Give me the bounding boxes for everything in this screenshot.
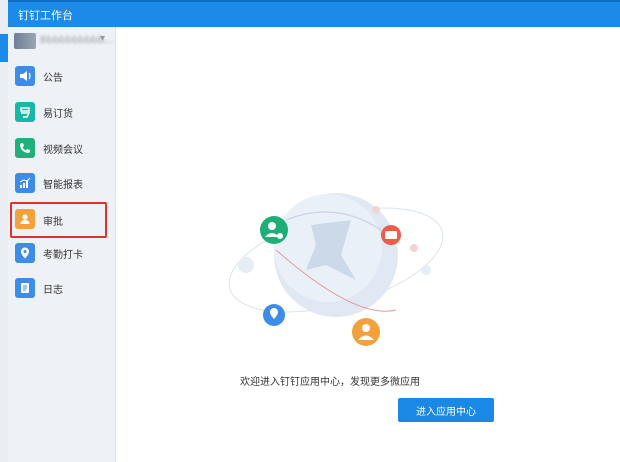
yidinghuo-icon: [15, 102, 35, 122]
left-edge-accent: [0, 34, 8, 62]
location-icon: [15, 243, 35, 263]
window-left-edge: [0, 0, 8, 462]
sidebar-item-label: 审批: [43, 217, 63, 228]
sidebar-item-label: 视频会议: [43, 145, 83, 156]
sidebar-item-label: 易订货: [43, 109, 73, 120]
sidebar-item-label: 智能报表: [43, 180, 83, 191]
sidebar-item-attendance[interactable]: 考勤打卡: [8, 238, 115, 268]
notebook-icon: [15, 278, 35, 298]
title-bar: 钉钉工作台: [8, 0, 620, 27]
megaphone-icon: [15, 66, 35, 86]
avatar: [14, 33, 36, 49]
sidebar-item-smart-report[interactable]: 智能报表: [8, 168, 115, 198]
person-icon: [15, 209, 35, 229]
sidebar-item-approval[interactable]: 审批: [10, 202, 107, 238]
app-center-illustration: [228, 193, 444, 346]
chevron-down-icon[interactable]: ▾: [100, 33, 105, 44]
empty-state-text: 欢迎进入钉钉应用中心，发现更多微应用: [240, 377, 420, 388]
sidebar-item-video-meeting[interactable]: 视频会议: [8, 133, 115, 163]
sidebar: Bbbbbbbbbb... ▾ 公告 易订货 视频会议 智能报表 审批 考勤打卡…: [8, 27, 116, 462]
enter-app-center-button[interactable]: 进入应用中心: [398, 398, 494, 422]
phone-icon: [15, 138, 35, 158]
chart-icon: [15, 173, 35, 193]
sidebar-item-announcement[interactable]: 公告: [8, 61, 115, 91]
sidebar-item-log[interactable]: 日志: [8, 273, 115, 303]
sidebar-item-yidinghuo[interactable]: 易订货: [8, 97, 115, 127]
sidebar-item-label: 考勤打卡: [43, 250, 83, 261]
sidebar-item-label: 日志: [43, 285, 63, 296]
user-profile[interactable]: Bbbbbbbbbb... ▾: [12, 31, 114, 53]
sidebar-item-label: 公告: [43, 73, 63, 84]
window-title: 钉钉工作台: [18, 9, 73, 22]
contact-icon: [260, 216, 288, 244]
